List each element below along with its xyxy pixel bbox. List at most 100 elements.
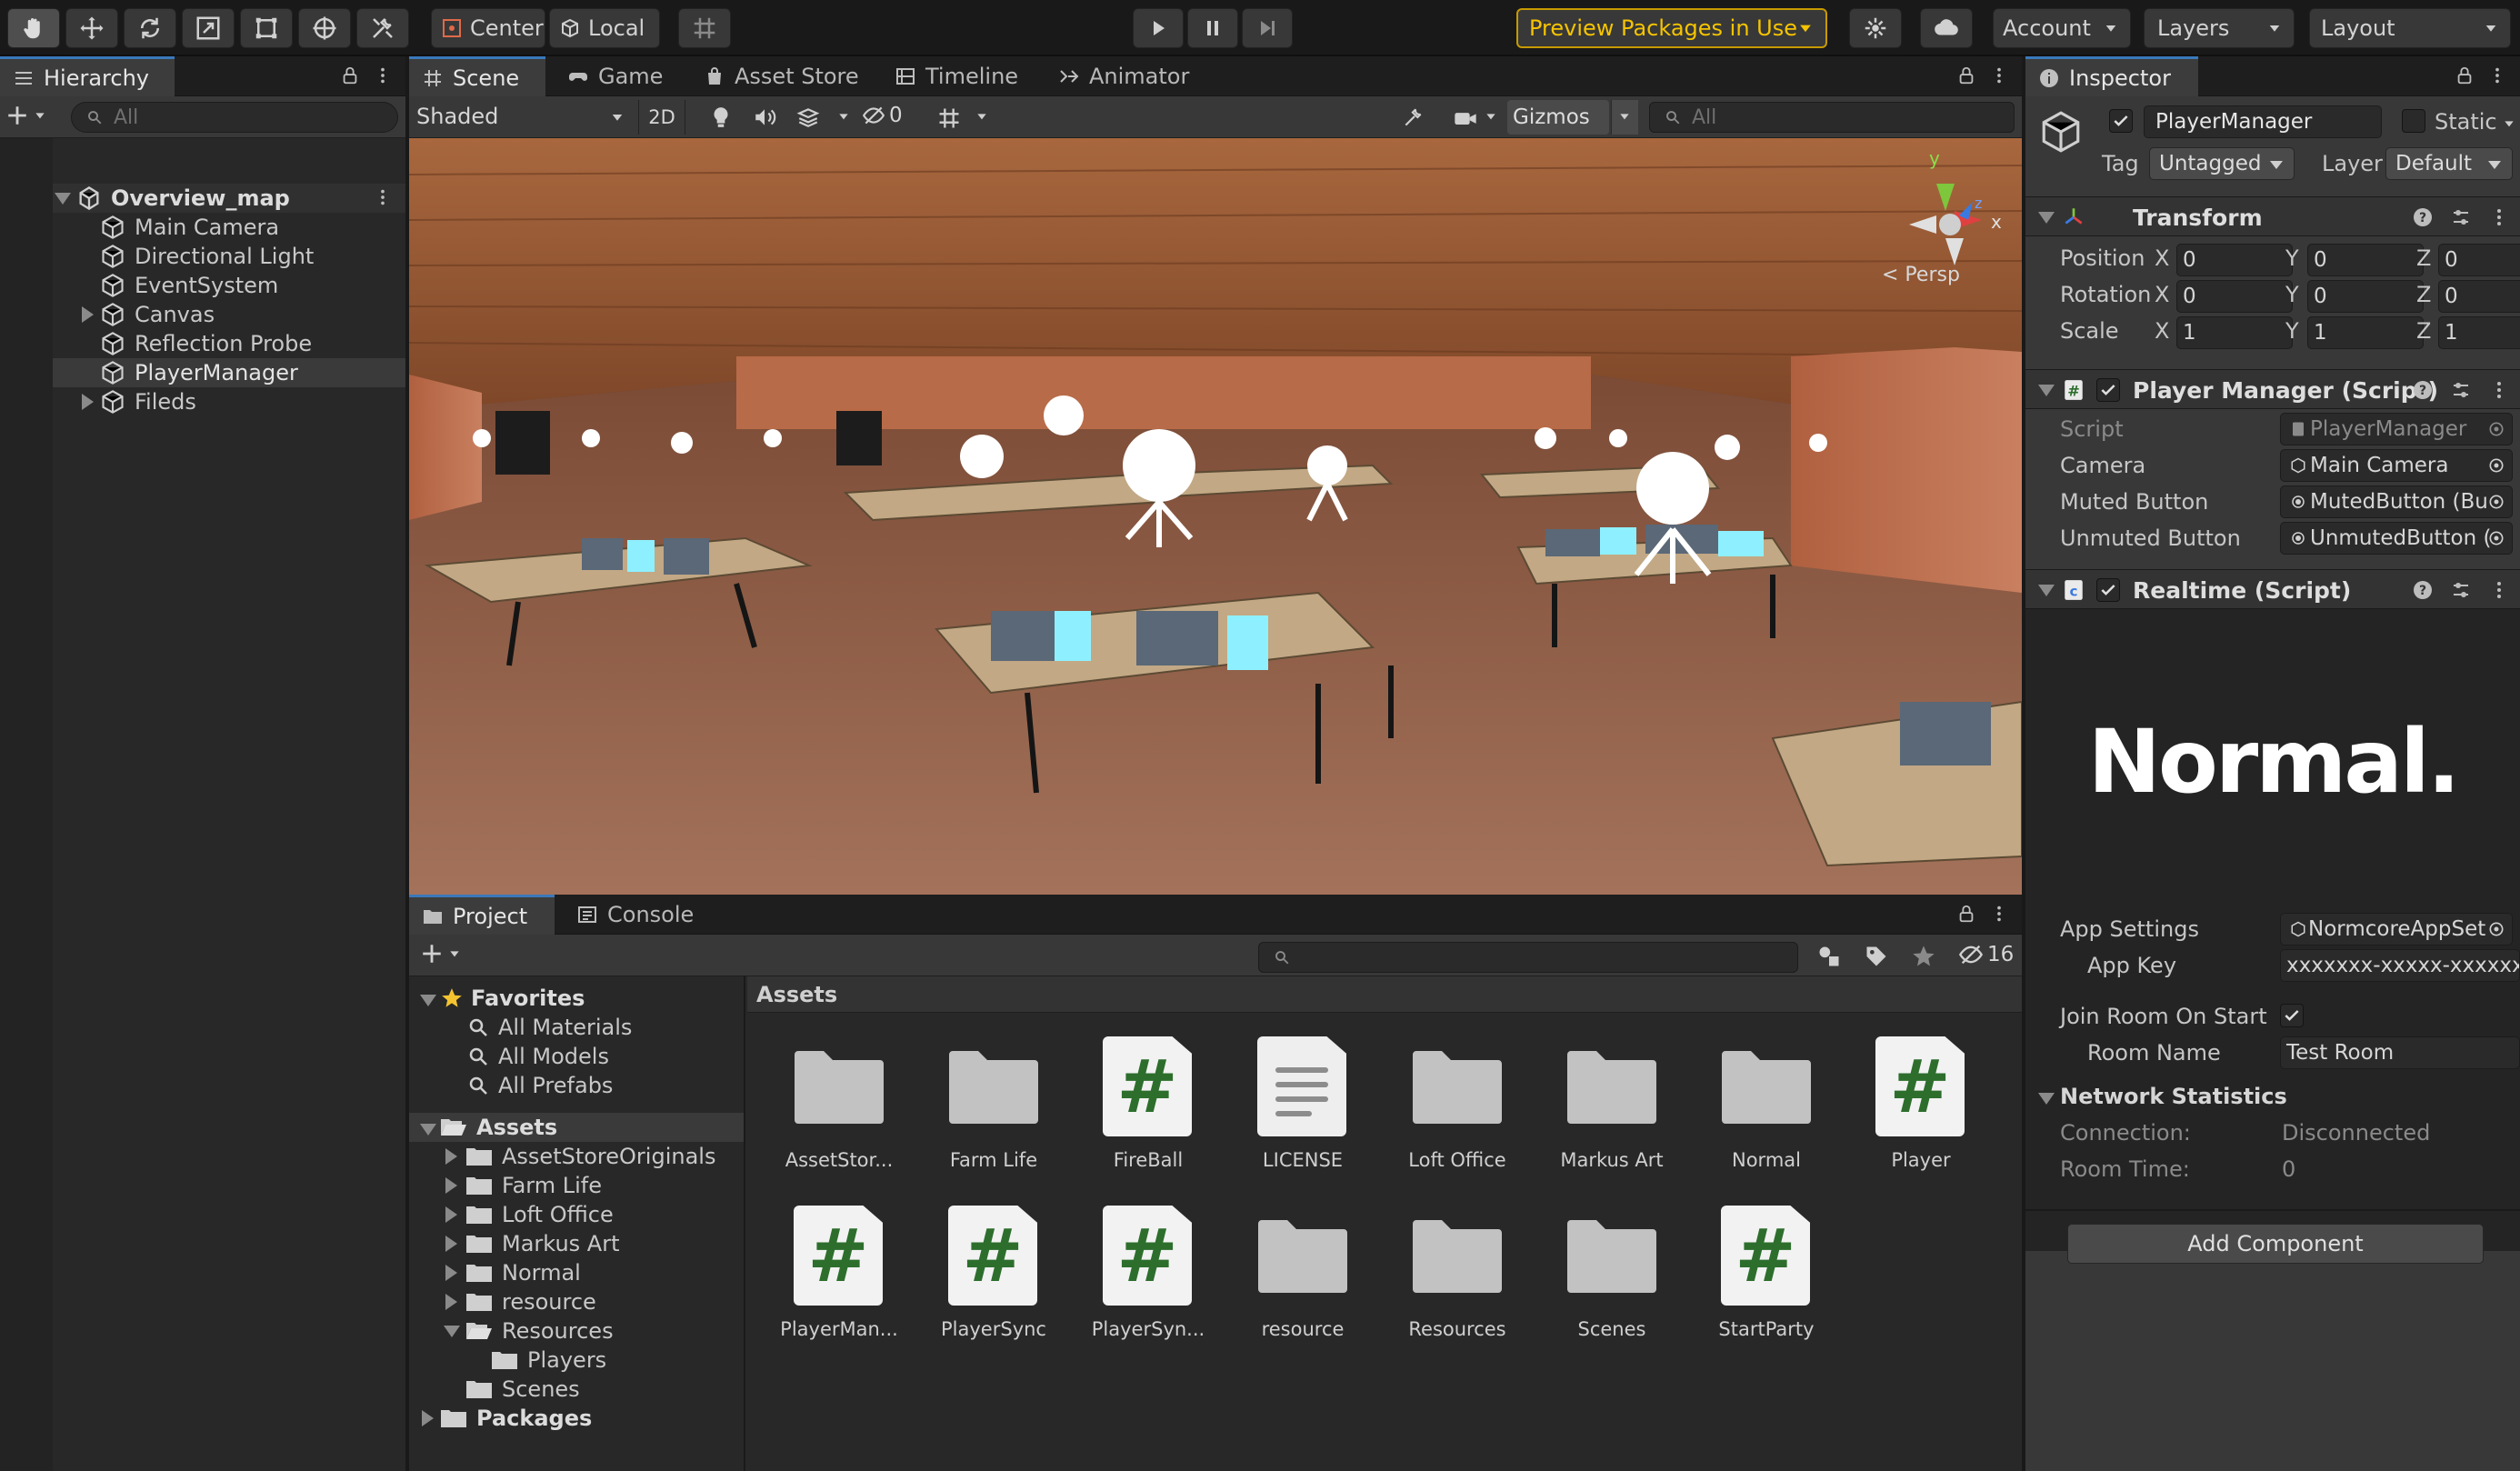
muted-button-field[interactable]: MutedButton (Bu	[2280, 485, 2513, 518]
asset-item[interactable]: Farm Life	[925, 1036, 1062, 1171]
assets-node[interactable]: Assets	[440, 1113, 557, 1142]
2d-toggle[interactable]: 2D	[638, 100, 685, 135]
lock-icon[interactable]	[1956, 65, 1976, 85]
join-room-checkbox[interactable]	[2280, 1004, 2304, 1027]
lock-icon[interactable]	[1956, 904, 1976, 924]
unmuted-button-field[interactable]: UnmutedButton (	[2280, 522, 2513, 555]
layer-dropdown[interactable]: Default	[2385, 147, 2513, 180]
shading-mode-dropdown[interactable]: Shaded	[416, 104, 629, 133]
pivot-center-button[interactable]: Center	[431, 8, 545, 48]
scene-viewport[interactable]: y x z < Persp	[409, 138, 2022, 895]
transform-x-input[interactable]: 1	[2176, 316, 2293, 349]
asset-item[interactable]: # PlayerMan...	[771, 1206, 907, 1340]
object-picker-icon[interactable]	[2487, 493, 2505, 511]
tab-project[interactable]: Project	[409, 895, 555, 935]
collapse-arrow[interactable]	[2038, 212, 2055, 224]
folder-collapse-arrow[interactable]	[444, 1326, 460, 1337]
custom-tool-button[interactable]	[356, 8, 409, 48]
folder-expand-arrow[interactable]	[445, 1148, 457, 1165]
layers-dropdown[interactable]: Layers	[2144, 8, 2295, 48]
asset-breadcrumb[interactable]: Assets	[747, 976, 2022, 1013]
more-icon[interactable]	[2487, 205, 2511, 229]
object-picker-icon[interactable]	[2487, 920, 2505, 938]
folder-expand-arrow[interactable]	[445, 1265, 457, 1281]
asset-item[interactable]: resource	[1235, 1206, 1371, 1340]
step-button[interactable]	[1242, 8, 1293, 48]
object-picker-icon[interactable]	[2487, 456, 2505, 475]
scene-expand-arrow[interactable]	[55, 193, 71, 205]
hierarchy-search-input[interactable]: All	[71, 102, 398, 133]
tab-hierarchy[interactable]: Hierarchy	[0, 56, 175, 96]
asset-item[interactable]: AssetStor...	[771, 1036, 907, 1171]
transform-y-input[interactable]: 1	[2307, 316, 2424, 349]
static-checkbox[interactable]	[2402, 109, 2425, 133]
transform-y-input[interactable]: 0	[2307, 280, 2424, 313]
help-icon[interactable]: ?	[2411, 378, 2435, 402]
more-icon[interactable]	[2487, 578, 2511, 602]
chevron-down-icon[interactable]	[2502, 116, 2516, 131]
tab-game[interactable]: Game	[555, 56, 675, 96]
hierarchy-item[interactable]: Directional Light	[100, 242, 314, 271]
asset-folder-node[interactable]: Scenes	[465, 1375, 580, 1404]
asset-item[interactable]: Markus Art	[1544, 1036, 1680, 1171]
gizmos-button[interactable]: Gizmos	[1507, 100, 1609, 135]
tab-inspector[interactable]: Inspector	[2025, 56, 2198, 96]
move-tool-button[interactable]	[65, 8, 118, 48]
packages-expand-arrow[interactable]	[422, 1410, 434, 1426]
favorites-node[interactable]: Favorites	[440, 984, 585, 1013]
lock-icon[interactable]	[340, 65, 360, 85]
transform-x-input[interactable]: 0	[2176, 280, 2293, 313]
more-icon[interactable]	[1989, 65, 2009, 85]
star-icon[interactable]	[1911, 944, 1936, 969]
favorite-item[interactable]: All Models	[467, 1042, 609, 1071]
asset-item[interactable]: Normal	[1698, 1036, 1835, 1171]
hierarchy-item-selected[interactable]: PlayerManager	[100, 358, 298, 387]
favorite-item[interactable]: All Materials	[467, 1013, 632, 1042]
asset-item[interactable]: # StartParty	[1698, 1206, 1835, 1340]
asset-folder-node[interactable]: Markus Art	[465, 1229, 619, 1258]
asset-folder-node[interactable]: AssetStoreOriginals	[465, 1142, 715, 1171]
hand-tool-button[interactable]	[7, 8, 60, 48]
help-icon[interactable]: ?	[2411, 578, 2435, 602]
tab-scene[interactable]: Scene	[409, 56, 545, 96]
asset-folder-node[interactable]: Loft Office	[465, 1200, 614, 1229]
packages-node[interactable]: Packages	[440, 1404, 592, 1433]
preset-icon[interactable]	[2449, 205, 2473, 229]
transform-x-input[interactable]: 0	[2176, 244, 2293, 276]
transform-header[interactable]: Transform ?	[2025, 196, 2520, 236]
chevron-down-icon[interactable]	[1484, 109, 1498, 124]
effects-icon[interactable]	[796, 105, 820, 129]
favorites-expand-arrow[interactable]	[420, 995, 436, 1006]
network-stats-title[interactable]: Network Statistics	[2060, 1084, 2287, 1109]
pause-button[interactable]	[1187, 8, 1238, 48]
active-checkbox[interactable]	[2109, 109, 2133, 133]
pivot-local-button[interactable]: Local	[549, 8, 660, 48]
app-settings-field[interactable]: NormcoreAppSet	[2280, 913, 2513, 946]
asset-folder-node[interactable]: resource	[465, 1287, 596, 1316]
folder-expand-arrow[interactable]	[445, 1206, 457, 1223]
transform-z-input[interactable]: 1	[2438, 316, 2520, 349]
rect-tool-button[interactable]	[240, 8, 293, 48]
asset-folder-node[interactable]: Farm Life	[465, 1171, 602, 1200]
assets-expand-arrow[interactable]	[420, 1124, 436, 1136]
project-create-button[interactable]	[420, 942, 462, 966]
scene-root[interactable]: Overview_map	[76, 184, 290, 213]
object-picker-icon[interactable]	[2487, 420, 2505, 438]
asset-item[interactable]: Scenes	[1544, 1206, 1680, 1340]
create-button[interactable]	[5, 104, 47, 127]
asset-item[interactable]: # FireBall	[1080, 1036, 1216, 1171]
collapse-arrow[interactable]	[2038, 585, 2055, 596]
filter-by-type-icon[interactable]	[1816, 944, 1842, 969]
tab-timeline[interactable]: Timeline	[882, 56, 1031, 96]
more-icon[interactable]	[373, 187, 393, 207]
asset-item[interactable]: # PlayerSync	[925, 1206, 1062, 1340]
transform-z-input[interactable]: 0	[2438, 244, 2520, 276]
asset-item[interactable]: Loft Office	[1389, 1036, 1525, 1171]
help-icon[interactable]: ?	[2411, 205, 2435, 229]
preset-icon[interactable]	[2449, 578, 2473, 602]
transform-y-input[interactable]: 0	[2307, 244, 2424, 276]
tab-console[interactable]: Console	[564, 895, 706, 935]
asset-folder-node[interactable]: Resources	[465, 1316, 614, 1346]
audio-icon[interactable]	[753, 105, 776, 129]
label-tag-icon[interactable]	[1864, 944, 1889, 969]
